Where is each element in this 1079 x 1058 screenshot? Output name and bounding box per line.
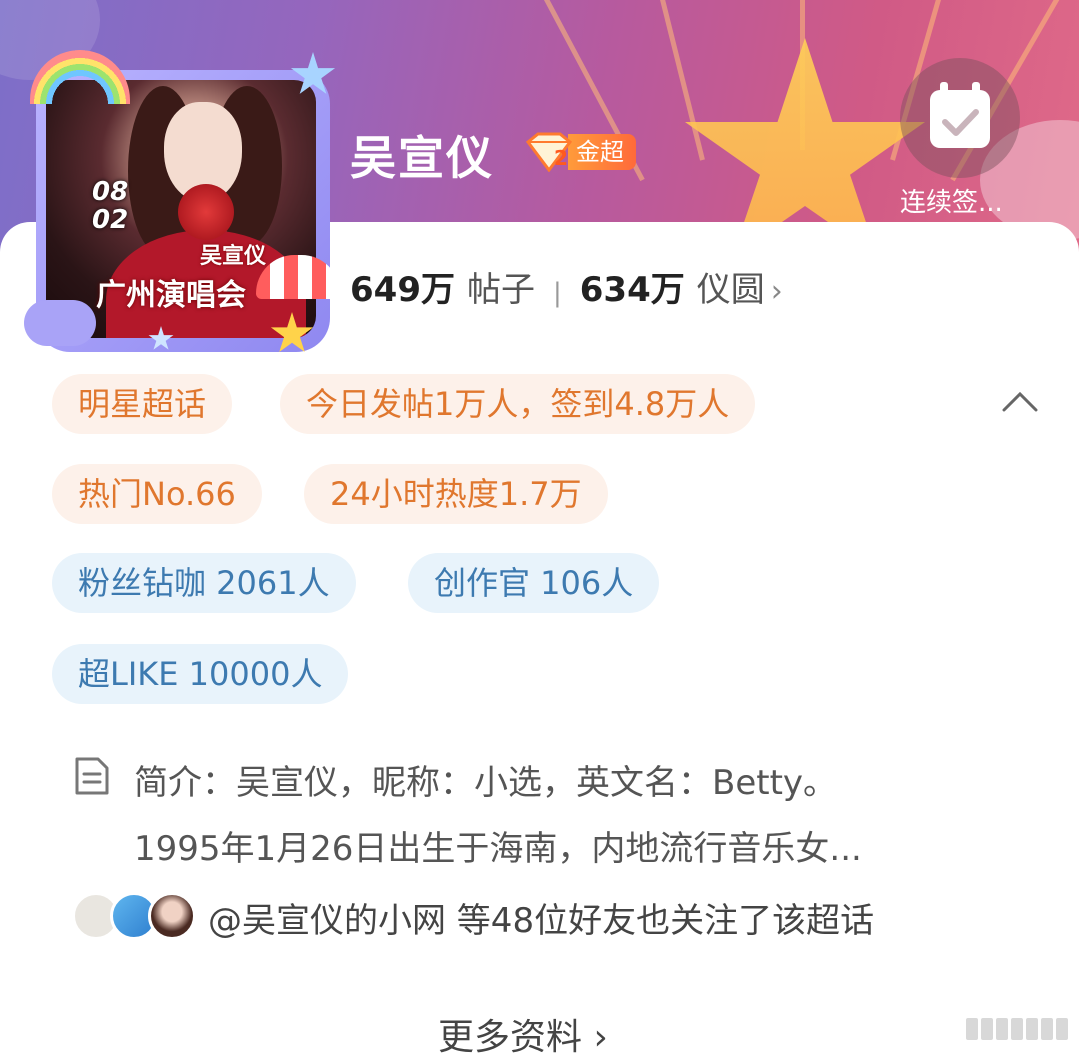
friends-avatars[interactable] — [72, 892, 196, 940]
more-info-link[interactable]: 更多资料 › — [438, 1008, 608, 1058]
avatar — [148, 892, 196, 940]
poster-date: 08 02 — [92, 177, 129, 235]
intro-line: 简介：吴宣仪，昵称：小选，英文名：Betty。 — [134, 763, 838, 803]
chevron-right-icon: › — [770, 274, 783, 309]
tag-24h-heat[interactable]: 24小时热度1.7万 — [304, 464, 608, 524]
level-badge[interactable]: 2 金超 — [524, 132, 636, 173]
supertopic-stats[interactable]: 649万 帖子 | 634万 仪圆 › — [350, 262, 783, 311]
tag-super-like[interactable]: 超LIKE 10000人 — [52, 644, 349, 704]
posts-count: 649万 — [350, 270, 455, 310]
watermark — [966, 1018, 1070, 1040]
checkin-label[interactable]: 连续签... — [900, 182, 1003, 219]
posts-label: 帖子 — [466, 270, 535, 310]
avatar-image: 08 02 吴宣仪 广州演唱会 — [46, 80, 316, 338]
tag-category[interactable]: 明星超话 — [52, 374, 233, 434]
document-icon — [74, 756, 110, 796]
stats-divider: | — [552, 278, 562, 308]
poster-concert-title: 广州演唱会 — [96, 278, 246, 313]
supertopic-title: 吴宣仪 — [350, 131, 494, 185]
tag-creators[interactable]: 创作官 106人 — [408, 553, 660, 613]
friends-following-text[interactable]: @吴宣仪的小网 等48位好友也关注了该超话 — [208, 893, 874, 942]
calendar-check-icon — [930, 82, 990, 148]
cloud-decoration — [24, 300, 96, 346]
diamond-level-icon: 2 — [524, 132, 574, 173]
tag-hot-rank[interactable]: 热门No.66 — [52, 464, 262, 524]
intro-line: 1995年1月26日出生于海南，内地流行音乐女... — [134, 829, 862, 869]
rose-decoration — [178, 184, 234, 240]
chevron-up-icon[interactable] — [1000, 386, 1040, 416]
checkin-button[interactable] — [900, 58, 1020, 178]
level-label: 金超 — [568, 134, 636, 170]
supertopic-intro[interactable]: 简介：吴宣仪，昵称：小选，英文名：Betty。 1995年1月26日出生于海南，… — [134, 750, 964, 882]
level-number: 2 — [554, 146, 568, 170]
coins-count: 634万 — [579, 270, 685, 310]
tag-daily-activity[interactable]: 今日发帖1万人，签到4.8万人 — [280, 374, 756, 434]
coins-label: 仪圆 — [696, 270, 765, 310]
poster-name: 吴宣仪 — [200, 243, 267, 269]
tag-diamond-fans[interactable]: 粉丝钻咖 2061人 — [52, 553, 356, 613]
banner-ray — [642, 0, 705, 161]
